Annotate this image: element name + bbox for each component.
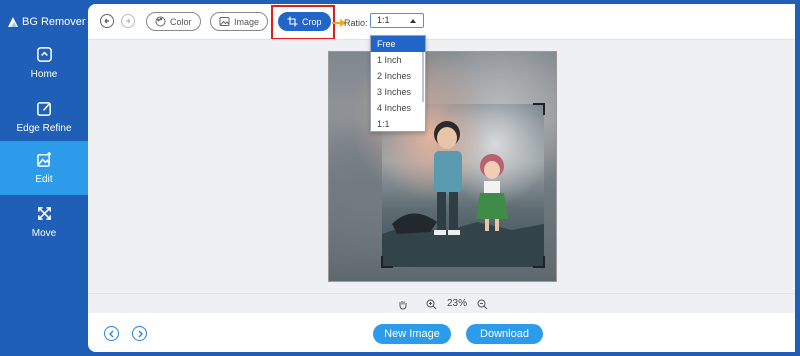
- footer: New Image Download: [88, 313, 795, 352]
- sidebar-item-edge-refine[interactable]: Edge Refine: [0, 90, 88, 144]
- dropdown-scrollbar[interactable]: [422, 52, 424, 102]
- ratio-option-2-inches[interactable]: 2 Inches: [371, 68, 425, 84]
- undo-button[interactable]: [100, 14, 114, 28]
- crop-handle-bottom-right[interactable]: [533, 256, 545, 268]
- crop-highlight-annotation: [271, 5, 335, 40]
- sidebar-item-label: Edit: [35, 174, 53, 185]
- ratio-label: Ratio:: [344, 18, 368, 28]
- download-button[interactable]: Download: [466, 324, 543, 344]
- color-label: Color: [170, 16, 192, 27]
- image-label: Image: [234, 16, 260, 27]
- zoom-level: 23%: [447, 298, 468, 309]
- sidebar: BG Remover Home Edge Refine Edit Move: [0, 0, 88, 356]
- caret-up-icon: [410, 19, 416, 23]
- toolbar: Color Image Crop Ratio: 1:1: [88, 4, 795, 40]
- canvas-area: [88, 39, 795, 293]
- zoom-bar: 23%: [88, 293, 795, 313]
- chevron-right-icon: [138, 330, 143, 337]
- ratio-option-1-inch[interactable]: 1 Inch: [371, 52, 425, 68]
- undo-icon: [104, 18, 109, 24]
- color-button[interactable]: Color: [146, 12, 201, 31]
- photo-preview[interactable]: [328, 51, 557, 282]
- main-panel: Color Image Crop Ratio: 1:1 Free 1 Inch …: [88, 4, 795, 352]
- new-image-button[interactable]: New Image: [373, 324, 451, 344]
- home-icon: [36, 47, 52, 62]
- redo-button[interactable]: [121, 14, 135, 28]
- palette-icon: [155, 16, 166, 27]
- sidebar-item-label: Edge Refine: [16, 123, 72, 134]
- brand: BG Remover: [7, 14, 86, 30]
- redo-icon: [126, 18, 131, 24]
- chevron-left-icon: [108, 330, 113, 337]
- crop-handle-top-right[interactable]: [533, 103, 545, 115]
- logo-icon: [8, 17, 18, 27]
- ratio-option-3-inches[interactable]: 3 Inches: [371, 84, 425, 100]
- next-button[interactable]: [132, 326, 147, 341]
- zoom-out-icon[interactable]: [477, 299, 488, 310]
- ratio-option-4-inches[interactable]: 4 Inches: [371, 100, 425, 116]
- edit-pen-icon: [36, 102, 51, 116]
- ratio-select[interactable]: 1:1: [370, 13, 424, 28]
- sidebar-item-edit[interactable]: Edit: [0, 141, 88, 195]
- ratio-option-free[interactable]: Free: [371, 36, 425, 52]
- ratio-option-1-1[interactable]: 1:1: [371, 116, 425, 131]
- sidebar-item-label: Home: [30, 69, 58, 80]
- app-title: BG Remover: [22, 16, 86, 28]
- hand-pan-icon[interactable]: [397, 299, 408, 310]
- image-edit-icon: [36, 151, 51, 167]
- image-button[interactable]: Image: [210, 12, 269, 31]
- prev-button[interactable]: [104, 326, 119, 341]
- ratio-value: 1:1: [377, 15, 390, 25]
- zoom-in-icon[interactable]: [426, 299, 437, 310]
- sidebar-item-home[interactable]: Home: [0, 36, 88, 90]
- sidebar-item-label: Move: [31, 228, 57, 239]
- ratio-dropdown: Free 1 Inch 2 Inches 3 Inches 4 Inches 1…: [370, 35, 426, 132]
- move-arrows-icon: [37, 207, 51, 220]
- image-icon: [219, 17, 230, 26]
- crop-handle-bottom-left[interactable]: [381, 256, 393, 268]
- sidebar-item-move[interactable]: Move: [0, 195, 88, 249]
